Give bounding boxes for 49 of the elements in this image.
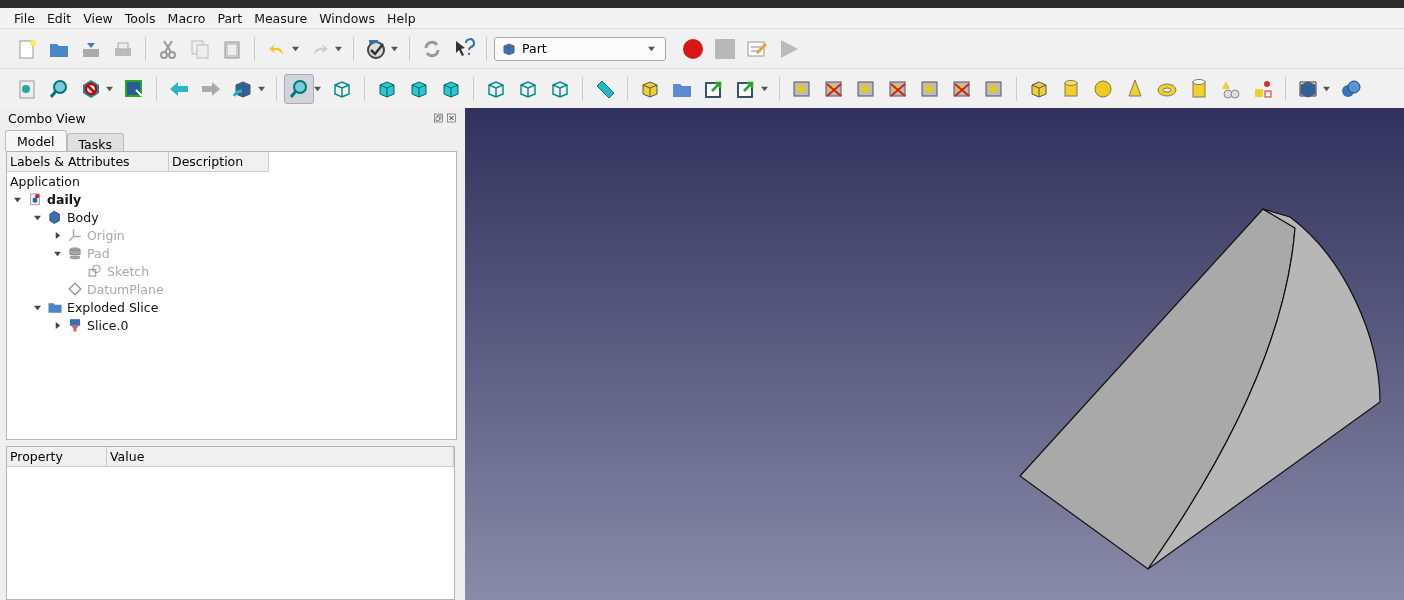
column-header[interactable]: Labels & Attributes [7, 152, 169, 172]
menu-item[interactable]: View [77, 10, 119, 26]
menu-item[interactable]: Edit [40, 10, 78, 26]
menu-item[interactable]: Part [211, 10, 249, 26]
dropdown-arrow-icon[interactable] [258, 85, 265, 92]
column-header[interactable]: Property [7, 447, 107, 467]
zoom-icon [288, 77, 310, 100]
bounding-box-icon [123, 77, 145, 100]
panel-title: Combo View [8, 110, 86, 126]
dropdown-arrow-icon [648, 45, 655, 52]
record-icon [682, 37, 704, 60]
tree-item[interactable]: Body [67, 209, 99, 225]
menu-item[interactable]: Measure [248, 10, 314, 26]
fit-selection-icon [48, 77, 70, 100]
tree-item[interactable]: daily [47, 191, 82, 207]
checkmark-icon [365, 37, 387, 60]
dropdown-arrow-icon[interactable] [314, 85, 321, 92]
tree-root: Application [10, 173, 80, 189]
menu-item[interactable]: Help [381, 10, 422, 26]
tree-item[interactable]: Exploded Slice [67, 299, 159, 315]
expand-arrow-icon[interactable] [53, 321, 61, 329]
copy-icon [189, 37, 211, 60]
draw-style-icon [80, 77, 102, 100]
dropdown-arrow-icon[interactable] [1323, 85, 1330, 92]
menu-item[interactable]: File [8, 10, 41, 26]
sphere-icon [1092, 77, 1114, 100]
expand-arrow-icon[interactable] [33, 303, 41, 311]
column-header[interactable]: Value [107, 447, 454, 467]
dropdown-arrow-icon[interactable] [761, 85, 768, 92]
workbench-selector[interactable]: Part [494, 36, 666, 61]
menu-item[interactable]: Windows [313, 10, 382, 26]
column-header[interactable]: Description [169, 152, 269, 172]
dropdown-arrow-icon[interactable] [335, 45, 342, 52]
dropdown-arrow-icon[interactable] [391, 45, 398, 52]
dropdown-arrow-icon[interactable] [292, 45, 299, 52]
expand-arrow-icon[interactable] [33, 213, 41, 221]
new-document-icon [16, 37, 38, 60]
boolean-icon [1340, 77, 1362, 100]
zoom-button[interactable] [284, 73, 314, 104]
tab[interactable]: Tasks [66, 133, 125, 151]
play-icon [778, 37, 800, 60]
stop-icon [714, 37, 736, 60]
tab[interactable]: Model [5, 130, 67, 151]
menu-item[interactable]: Tools [118, 10, 162, 26]
expand-arrow-icon[interactable] [13, 195, 21, 203]
tree-item[interactable]: Slice.0 [87, 317, 129, 333]
fit-all-icon [16, 77, 38, 100]
menu-item[interactable]: Macro [161, 10, 212, 26]
dropdown-arrow-icon[interactable] [106, 85, 113, 92]
